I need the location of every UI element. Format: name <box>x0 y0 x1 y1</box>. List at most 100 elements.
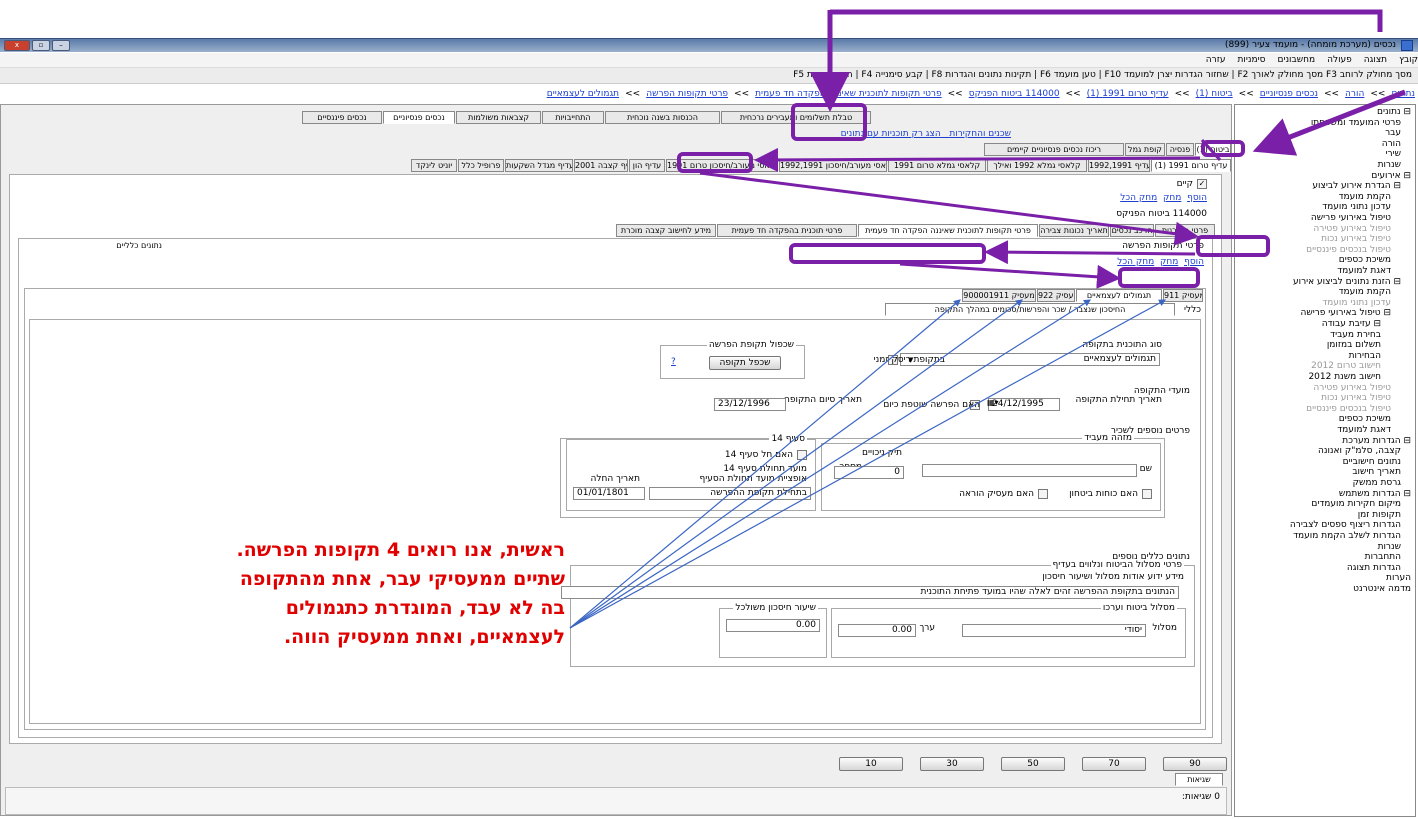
general-data-tab[interactable]: נתונים כלליים <box>116 241 162 250</box>
tree-item-17[interactable]: הקמת מועמד <box>1339 287 1391 297</box>
tab-sub-3[interactable]: ריכוז נכסים פנסיוניים קיימים <box>984 143 1124 156</box>
breadcrumb-item-1[interactable]: הורה <box>1345 89 1364 99</box>
end-date-field[interactable]: 23/12/1996 <box>714 398 786 411</box>
tab-product-2[interactable]: קלאסי גמלא 1992 ואילך <box>987 159 1087 172</box>
employer-name-field[interactable] <box>922 464 1137 477</box>
bottom-button-30[interactable]: 30 <box>920 757 984 771</box>
tree-item-41[interactable]: שנרות <box>1378 542 1401 552</box>
tab-period-2[interactable]: מעסיק 922 <box>1037 289 1075 302</box>
tree-item-0[interactable]: ⊟ נתונים <box>1377 107 1411 117</box>
tab-period-1[interactable]: תגמולים לעצמאיים <box>1076 289 1162 302</box>
tab-top-2[interactable]: התחייבויות <box>542 111 604 124</box>
tab-program-2[interactable]: תאריך נכונות צבירה <box>1039 224 1109 237</box>
bottom-button-70[interactable]: 70 <box>1082 757 1146 771</box>
tree-item-6[interactable]: ⊟ אירועים <box>1371 171 1411 181</box>
tree-item-42[interactable]: התחברות <box>1365 552 1401 562</box>
section14-option-select[interactable]: בתחילת תקופת ההפרשה <box>649 487 811 500</box>
tab-period-0[interactable]: מעסיק 911 <box>1163 289 1203 302</box>
tab-top-5[interactable]: נכסים פיננסיים <box>302 111 382 124</box>
tree-item-45[interactable]: מדמה אינטרנט <box>1353 584 1411 594</box>
split-period-button[interactable]: שכפל תקופה <box>709 356 781 370</box>
tab-errors[interactable]: שגיאות <box>1175 773 1223 786</box>
tab-product-1[interactable]: עדיף 1992,1991 <box>1088 159 1150 172</box>
breadcrumb-item-4[interactable]: עדיף טרום 1991 (1) <box>1087 89 1169 99</box>
tree-item-43[interactable]: הגדרות תצוגה <box>1347 563 1401 573</box>
track-info-select[interactable]: הנתונים בתקופת ההפרשה זהים לאלה שהיו במו… <box>561 586 1179 599</box>
breadcrumb-item-7[interactable]: פרטי תקופות הפרשה <box>646 89 728 99</box>
tree-item-7[interactable]: ⊟ הגדרת אירוע לביצוע <box>1312 181 1401 191</box>
track-select[interactable]: יסודי <box>962 624 1146 637</box>
tree-item-5[interactable]: שנרות <box>1378 160 1401 170</box>
breadcrumb-item-6[interactable]: פרטי תקופות לתוכנית שאיננה הפקדה חד פעמי… <box>755 89 942 99</box>
tree-item-27[interactable]: טיפול באירוע נכות <box>1321 393 1391 403</box>
tab-program-4[interactable]: פרטי תוכנית בהפקדה חד פעמית <box>717 224 857 237</box>
exists-checkbox[interactable]: ✓ <box>1197 179 1207 189</box>
tab-top-1[interactable]: הכנסות בשנה נוכחית <box>605 111 720 124</box>
tree-item-26[interactable]: טיפול באירוע פטירה <box>1313 383 1391 393</box>
tab-product-7[interactable]: עדיף קצבה 2001 <box>574 159 628 172</box>
policy-title[interactable]: 114000 ביטוח הפניקס <box>1116 209 1207 219</box>
tab-top-4[interactable]: נכסים פנסיוניים <box>383 111 455 124</box>
menu-item-5[interactable]: עזרה <box>1206 55 1226 65</box>
menu-item-4[interactable]: סימניות <box>1238 55 1266 65</box>
menu-item-0[interactable]: קובץ <box>1399 55 1418 65</box>
savings-rate-field[interactable]: 0.00 <box>726 619 820 632</box>
tree-item-34[interactable]: תאריך חישוב <box>1352 467 1401 477</box>
breadcrumb-item-8[interactable]: תגמולים לעצמאיים <box>547 89 619 99</box>
tree-item-14[interactable]: משיכת כספים <box>1339 255 1391 265</box>
teacher-checkbox[interactable] <box>1038 489 1048 499</box>
help-link[interactable]: ? <box>671 357 676 367</box>
bottom-button-10[interactable]: 10 <box>839 757 903 771</box>
deductions-number-field[interactable]: 0 <box>834 466 904 479</box>
period-actions[interactable]: הוסף מחק מחק הכל <box>1117 257 1204 267</box>
tab-product-3[interactable]: קלאסי גמלא טרום 1991 <box>888 159 986 172</box>
section14-start-field[interactable]: 01/01/1801 <box>573 487 645 500</box>
tab-product-0[interactable]: עדיף טרום 1991 (1) <box>1151 159 1231 172</box>
tree-item-2[interactable]: עבר <box>1385 128 1401 138</box>
menu-item-3[interactable]: מחשבונים <box>1277 55 1315 65</box>
tree-item-31[interactable]: ⊟ הגדרות מערכת <box>1342 436 1411 446</box>
tab-sub-1[interactable]: פנסיה <box>1166 143 1194 156</box>
tree-item-13[interactable]: טיפול בנכסים פיננסיים <box>1306 245 1391 255</box>
bottom-button-90[interactable]: 90 <box>1163 757 1227 771</box>
breadcrumb-item-2[interactable]: נכסים פנסיוניים <box>1260 89 1318 99</box>
calendar-icon[interactable]: ▦▾ <box>987 399 999 409</box>
value-field[interactable]: 0.00 <box>838 624 916 637</box>
maximize-button[interactable]: ▫ <box>32 40 50 51</box>
tab-program-5[interactable]: מידע לחישוב קצבה מוכרת <box>616 224 716 237</box>
breadcrumb-item-5[interactable]: 114000 ביטוח הפניקס <box>969 89 1060 99</box>
tree-item-28[interactable]: טיפול בנכסים פיננסיים <box>1306 404 1391 414</box>
tree-item-25[interactable]: חישוב משנת 2012 <box>1308 372 1381 382</box>
tree-item-4[interactable]: שירי <box>1386 149 1401 159</box>
tab-sub-2[interactable]: קופת גמל <box>1125 143 1165 156</box>
menu-item-2[interactable]: פעולה <box>1327 55 1352 65</box>
tree-item-37[interactable]: מיקום חקירות מועמדים <box>1311 499 1401 509</box>
tab-period-savings[interactable]: החיסכון שנצבר / שכר והפרשות/סכומים במהלך… <box>885 303 1175 316</box>
tree-item-35[interactable]: גרסת ממשק <box>1353 478 1401 488</box>
minimize-button[interactable]: – <box>52 40 70 51</box>
menu-item-1[interactable]: תצוגה <box>1364 55 1387 65</box>
tree-item-44[interactable]: הערות <box>1386 573 1411 583</box>
start-date-field[interactable]: 24/12/1995 <box>988 398 1060 411</box>
tree-item-40[interactable]: הגדרות לשלב הקמת מועמד <box>1293 531 1401 541</box>
tree-item-12[interactable]: טיפול באירוע נכות <box>1321 234 1391 244</box>
tab-top-3[interactable]: קצבאות משולמות <box>456 111 541 124</box>
tree-item-39[interactable]: הגדרות ריצוף ספסים לצבירה <box>1290 520 1401 530</box>
tree-item-1[interactable]: פרטי המועמד ומשפחתו <box>1311 118 1401 128</box>
tree-item-19[interactable]: ⊟ טיפול באירועי פרישה <box>1300 308 1391 318</box>
toolbar[interactable]: מסך מחולק לרוחב F3 מסך מחולק לאורך F2 | … <box>0 68 1418 84</box>
tab-product-4[interactable]: קלאסי מעורב/חיסכון 1992,1991 <box>779 159 887 172</box>
tree-item-18[interactable]: עדכון נתוני מועמד <box>1322 298 1391 308</box>
tree-item-16[interactable]: ⊟ הזנת נתונים לביצוע אירוע <box>1293 277 1401 287</box>
tab-product-6[interactable]: עדיף הון <box>629 159 665 172</box>
tree-item-29[interactable]: משיכת כספים <box>1339 414 1391 424</box>
tab-product-10[interactable]: יוניט לינקד <box>411 159 457 172</box>
tab-program-1[interactable]: הרכב נכסים <box>1110 224 1154 237</box>
tree-item-38[interactable]: תקופות זמן <box>1358 510 1401 520</box>
policy-actions[interactable]: הוסף מחק מחק הכל <box>1120 193 1207 203</box>
tree-item-23[interactable]: הבחירות <box>1349 351 1381 361</box>
tree-item-24[interactable]: חישוב טרום 2012 <box>1311 361 1381 371</box>
tree-item-15[interactable]: דאגת למועמד <box>1337 266 1391 276</box>
tree-item-11[interactable]: טיפול באירוע פטירה <box>1313 224 1391 234</box>
tree-item-32[interactable]: קצבה, סלמ"ק ואנונה <box>1318 446 1401 456</box>
